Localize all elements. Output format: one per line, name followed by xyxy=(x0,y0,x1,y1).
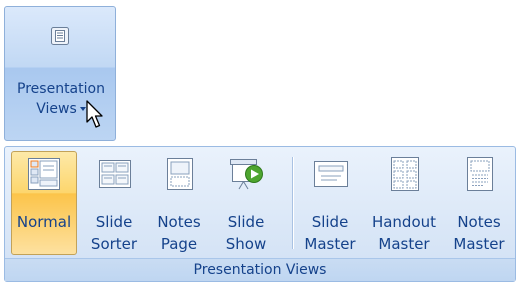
notes-master-label-line1: Notes xyxy=(457,213,501,231)
presentation-views-group: Normal Slide Sorter Notes Page Slide Sho… xyxy=(4,146,516,282)
notes-master-button[interactable]: Notes Master xyxy=(447,151,511,255)
mouse-pointer-icon xyxy=(86,100,103,128)
slide-sorter-button[interactable]: Slide Sorter xyxy=(83,151,145,255)
dropdown-arrow-icon xyxy=(79,107,86,111)
slide-master-label-line2: Master xyxy=(304,235,356,253)
slide-show-label-line2: Show xyxy=(225,235,267,253)
group-caption: Presentation Views xyxy=(5,258,515,281)
slide-master-icon xyxy=(314,161,348,187)
slide-sorter-label-line2: Sorter xyxy=(90,235,138,253)
handout-master-button[interactable]: Handout Master xyxy=(363,151,445,255)
notes-page-label-line2: Page xyxy=(160,235,198,253)
slide-show-icon xyxy=(230,159,263,190)
normal-view-label: Normal xyxy=(16,213,72,231)
handout-master-label-line1: Handout xyxy=(371,213,437,231)
slide-show-label-line1: Slide xyxy=(227,213,265,231)
notes-page-label-line1: Notes xyxy=(157,213,201,231)
slide-sorter-label-line1: Slide xyxy=(95,213,133,231)
slide-master-button[interactable]: Slide Master xyxy=(299,151,361,255)
handout-master-icon xyxy=(391,157,419,191)
notes-master-label-line2: Master xyxy=(453,235,505,253)
handout-master-label-line2: Master xyxy=(378,235,430,253)
slide-master-label-line1: Slide xyxy=(311,213,349,231)
normal-view-icon xyxy=(28,158,60,190)
presentation-views-icon xyxy=(51,27,69,45)
notes-page-icon xyxy=(167,158,193,190)
presentation-views-label-line1: Presentation xyxy=(17,81,105,97)
slide-show-button[interactable]: Slide Show xyxy=(215,151,277,255)
slide-sorter-icon xyxy=(99,160,131,188)
notes-page-button[interactable]: Notes Page xyxy=(149,151,209,255)
group-separator xyxy=(292,157,293,249)
notes-master-icon xyxy=(467,157,493,191)
normal-view-button[interactable]: Normal xyxy=(11,151,77,255)
presentation-views-label-line2-text: Views xyxy=(36,101,77,117)
